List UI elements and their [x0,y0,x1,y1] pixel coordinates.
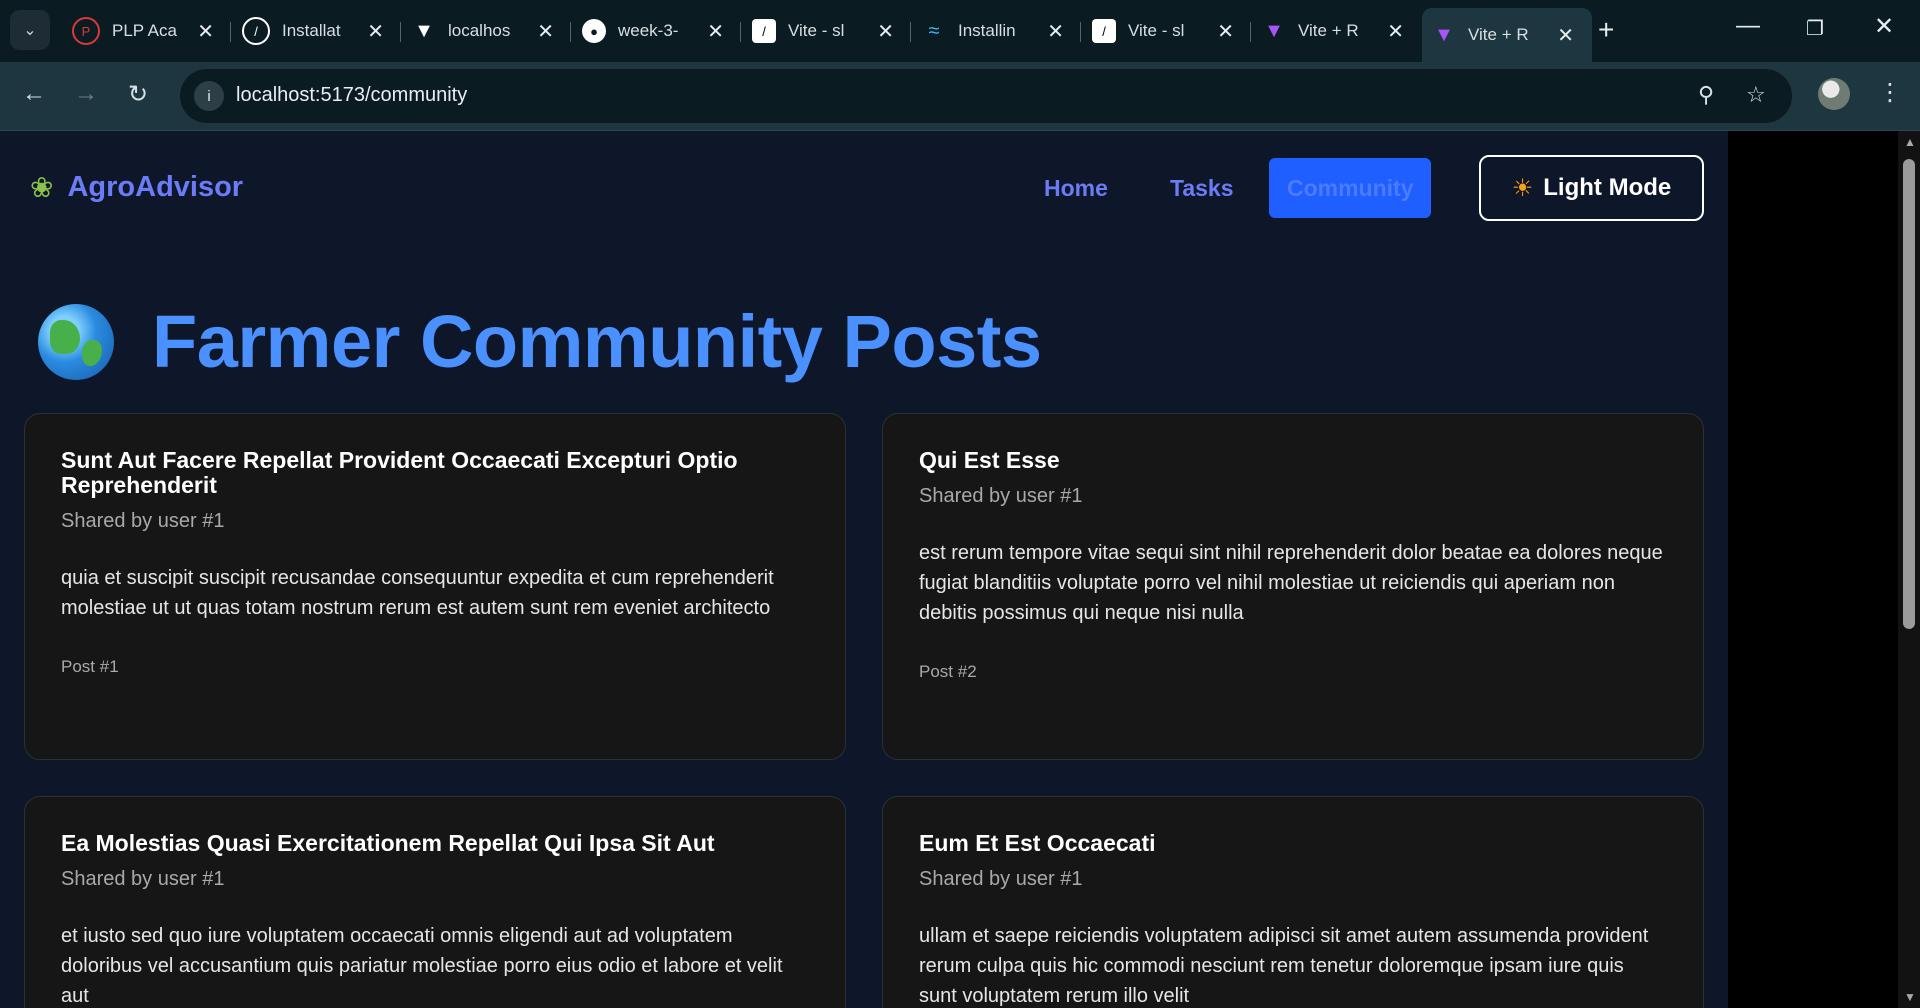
tab-label: localhos [448,21,511,40]
tab-label: Installin [958,21,1016,40]
brand-name: AgroAdvisor [67,171,244,203]
tab-label: Installat [282,21,341,40]
post-title: Ea Molestias Quasi Exercitationem Repell… [61,830,715,856]
post-title: Sunt Aut Facere Repellat Provident Occae… [61,447,738,498]
shadcn-icon: / [242,17,270,45]
browser-tab[interactable]: ▼ localhos ✕ [400,8,572,54]
page-viewport: ❀ AgroAdvisor Home Tasks Community ☀ Lig… [0,131,1728,1008]
browser-tab-strip: ⌄ P PLP Aca ✕ / Installat ✕ ▼ localhos ✕… [0,0,1920,62]
vertical-scrollbar[interactable]: ▲ ▼ [1898,131,1920,1008]
close-icon[interactable]: ✕ [707,19,724,44]
close-icon[interactable]: ✕ [1047,19,1064,44]
vite-icon: ▼ [1264,19,1284,42]
tab-label: week-3- [618,21,679,40]
post-card: Eum Et Est Occaecati Shared by user #1 u… [882,796,1704,1008]
post-card: Qui Est Esse Shared by user #1 est rerum… [882,413,1704,760]
vite-icon: ▼ [1434,23,1454,46]
post-body: ullam et saepe reiciendis voluptatem adi… [919,925,1649,1007]
post-author: Shared by user #1 [919,868,1083,890]
post-body: et iusto sed quo iure voluptatem occaeca… [61,925,783,1007]
page-title: Farmer Community Posts [152,300,1042,383]
leaf-icon: ❀ [30,172,54,203]
post-author: Shared by user #1 [919,485,1083,507]
post-body: quia et suscipit suscipit recusandae con… [61,567,774,619]
bookmark-star-icon[interactable]: ☆ [1746,82,1766,108]
post-author: Shared by user #1 [61,510,225,532]
post-card: Ea Molestias Quasi Exercitationem Repell… [24,796,846,1008]
scrollbar-thumb[interactable] [1903,159,1915,629]
browser-tab[interactable]: / Installat ✕ [230,8,402,54]
post-number: Post #2 [919,662,977,681]
post-number: Post #1 [61,657,119,676]
more-menu-icon[interactable]: ⋮ [1878,78,1902,107]
browser-tab[interactable]: ▼ Vite + R ✕ [1250,8,1422,54]
close-icon[interactable]: ✕ [197,19,214,44]
window-close-icon[interactable]: ✕ [1874,12,1894,41]
github-icon: ● [582,19,606,43]
close-icon[interactable]: ✕ [1217,19,1234,44]
location-pin-icon[interactable]: ⚲ [1698,82,1714,108]
address-bar[interactable]: i localhost:5173/community ⚲ ☆ [180,69,1792,123]
shadcn-icon: / [1092,19,1116,43]
nav-tasks[interactable]: Tasks [1170,158,1234,218]
light-mode-button[interactable]: ☀ Light Mode [1479,155,1704,221]
close-icon[interactable]: ✕ [1387,19,1404,44]
forward-arrow-icon[interactable]: → [74,80,98,108]
tab-label: PLP Aca [112,21,177,40]
sun-icon: ☀ [1511,174,1534,202]
browser-tab[interactable]: ● week-3- ✕ [570,8,742,54]
post-author: Shared by user #1 [61,868,225,890]
tab-search-chevron-icon[interactable]: ⌄ [10,10,50,50]
light-mode-label: Light Mode [1543,174,1672,201]
plp-icon: P [72,17,100,45]
tab-label: Vite + R [1298,21,1359,40]
post-card: Sunt Aut Facere Repellat Provident Occae… [24,413,846,760]
nav-community[interactable]: Community [1269,158,1431,218]
browser-toolbar: ← → ↻ i localhost:5173/community ⚲ ☆ ⋮ [0,62,1920,131]
close-icon[interactable]: ✕ [877,19,894,44]
tailwind-icon: ≈ [928,19,940,42]
site-info-icon[interactable]: i [194,81,224,111]
tab-label: Vite + R [1468,25,1529,44]
browser-tab[interactable]: ≈ Installin ✕ [910,8,1082,54]
profile-avatar[interactable] [1818,78,1850,110]
globe-icon [38,303,114,380]
page-heading: Farmer Community Posts [38,299,1042,384]
back-arrow-icon[interactable]: ← [22,80,46,108]
browser-tab[interactable]: / Vite - sl ✕ [1080,8,1252,54]
scroll-up-icon[interactable]: ▲ [1904,135,1916,149]
close-icon[interactable]: ✕ [537,19,554,44]
post-title: Qui Est Esse [919,447,1060,473]
new-tab-icon[interactable]: + [1598,14,1614,46]
shadcn-icon: / [752,19,776,43]
post-title: Eum Et Est Occaecati [919,830,1156,856]
close-icon[interactable]: ✕ [1557,23,1574,48]
url-text[interactable]: localhost:5173/community [236,84,467,107]
vite-icon: ▼ [414,19,434,42]
restore-icon[interactable]: ❐ [1806,16,1824,41]
minimize-icon[interactable]: — [1736,12,1760,40]
tab-label: Vite - sl [1128,21,1185,40]
page-gutter [1728,131,1898,1008]
nav-home[interactable]: Home [1044,158,1108,218]
browser-tab[interactable]: P PLP Aca ✕ [62,8,232,54]
browser-tab[interactable]: / Vite - sl ✕ [740,8,912,54]
brand[interactable]: ❀ AgroAdvisor [30,171,243,204]
tab-label: Vite - sl [788,21,845,40]
reload-icon[interactable]: ↻ [128,80,148,109]
scroll-down-icon[interactable]: ▼ [1904,990,1916,1004]
close-icon[interactable]: ✕ [367,19,384,44]
browser-tab-active[interactable]: ▼ Vite + R ✕ [1422,8,1592,62]
post-body: est rerum tempore vitae sequi sint nihil… [919,542,1663,624]
